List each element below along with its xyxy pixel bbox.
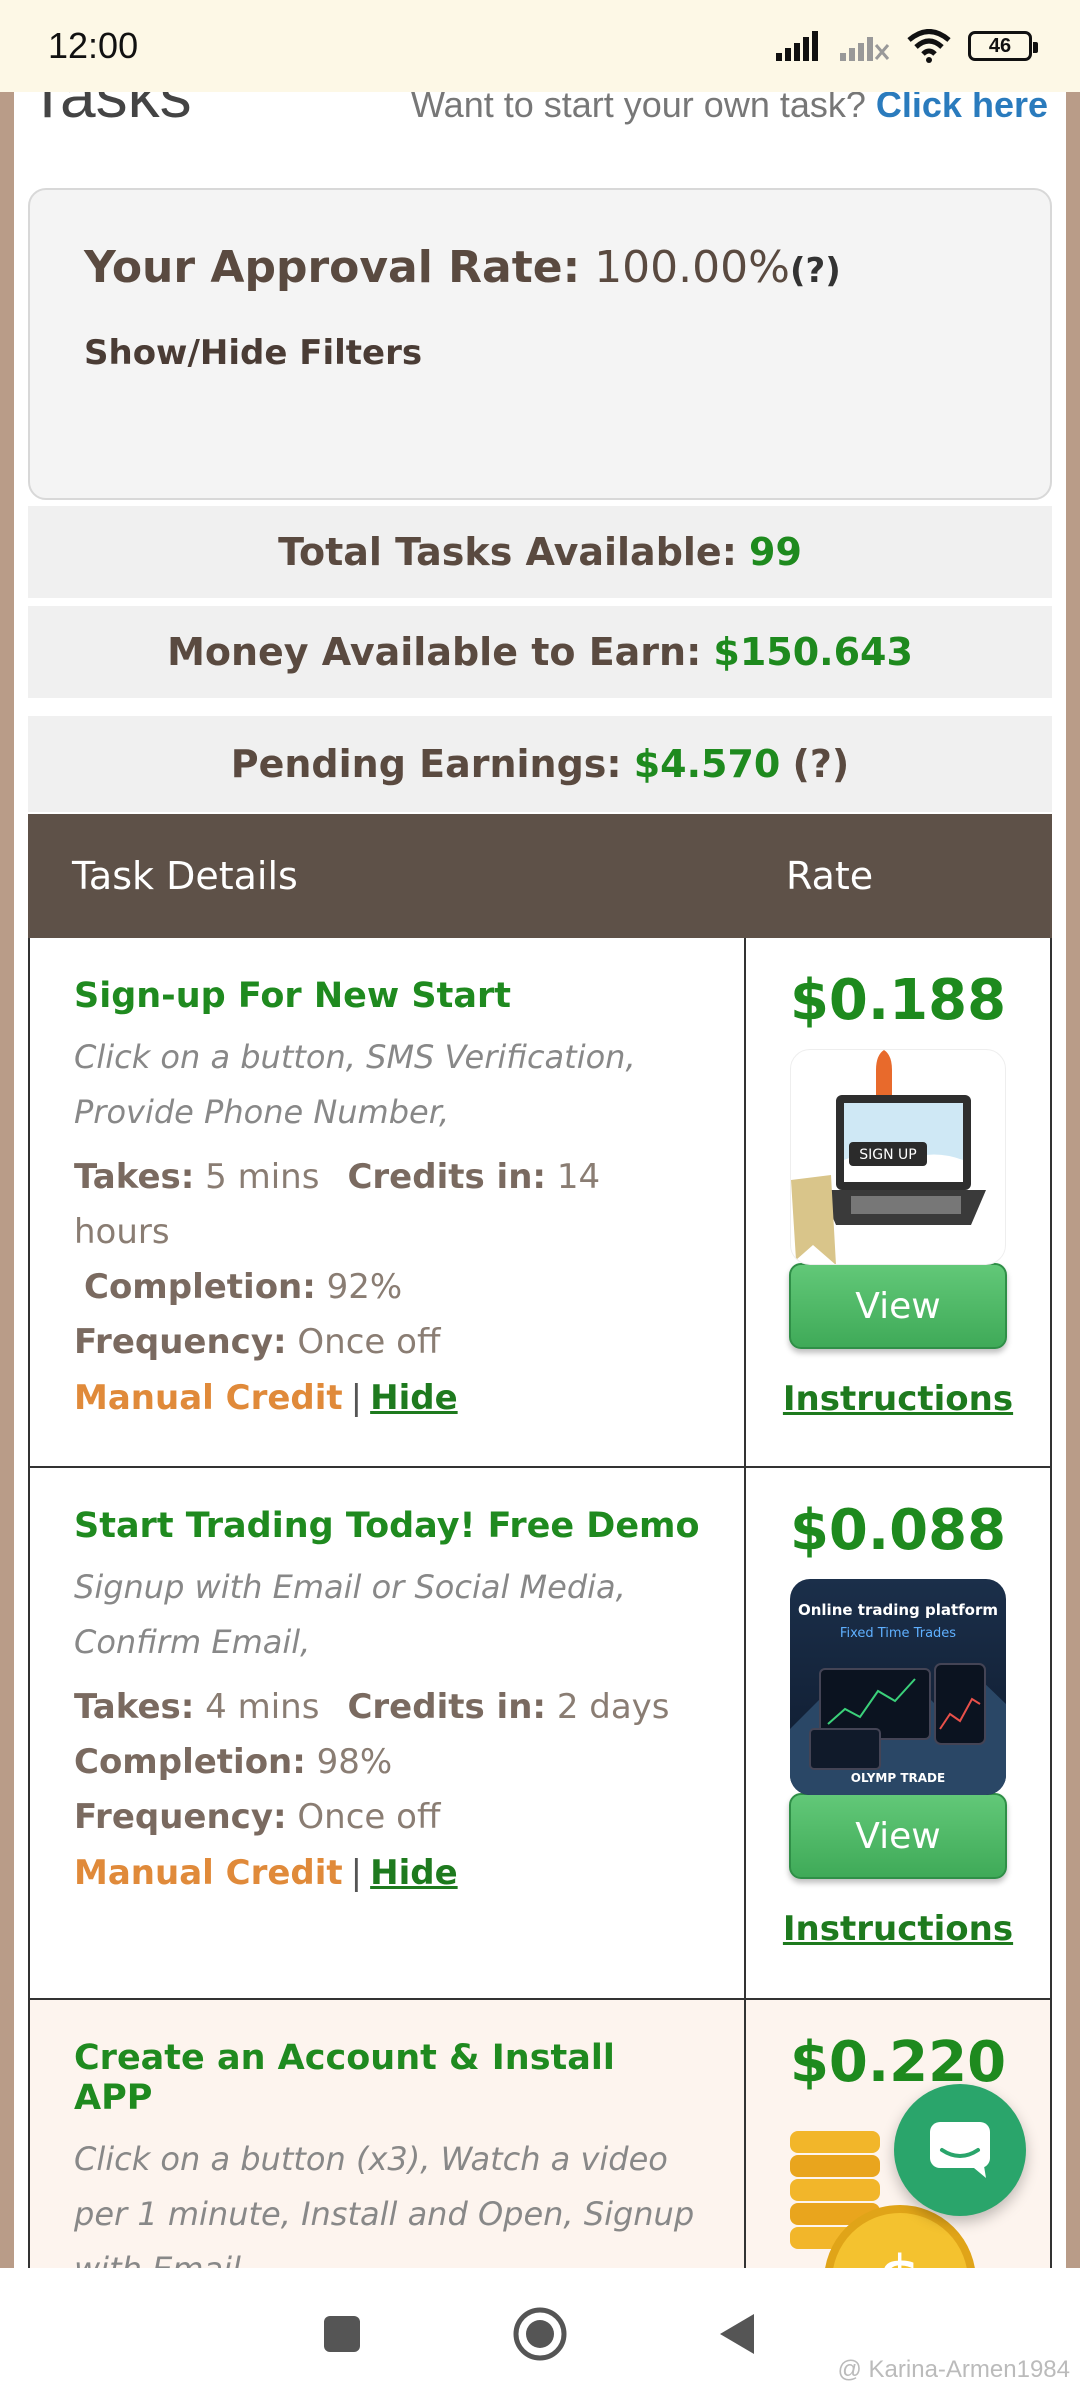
task-details-cell: Sign-up For New Start Click on a button,… bbox=[30, 938, 746, 1466]
manual-credit-badge: Manual Credit bbox=[74, 1853, 343, 1893]
takes-value: 5 mins bbox=[205, 1157, 320, 1197]
home-icon[interactable] bbox=[512, 2306, 568, 2362]
task-table: Task Details Rate Sign-up For New Start … bbox=[28, 814, 1052, 2268]
task-meta-completion: Completion: 92% bbox=[74, 1260, 704, 1315]
thumbnail-brand: OLYMP TRADE bbox=[851, 1771, 945, 1785]
click-here-link[interactable]: Click here bbox=[876, 92, 1048, 125]
task-description: Click on a button, SMS Verification, Pro… bbox=[74, 1038, 636, 1131]
money-available-value: $150.643 bbox=[713, 630, 913, 674]
credits-value: 2 days bbox=[556, 1687, 670, 1727]
thumbnail-title: Online trading platform bbox=[798, 1601, 998, 1619]
completion-label: Completion: bbox=[84, 1267, 316, 1307]
task-description: Signup with Email or Social Media, Confi… bbox=[74, 1568, 626, 1661]
total-tasks-value: 99 bbox=[749, 530, 802, 574]
task-meta-completion: Completion: 98% bbox=[74, 1735, 704, 1790]
task-details-cell: Create an Account & Install APP Click on… bbox=[30, 2000, 746, 2268]
instructions-link[interactable]: Instructions bbox=[783, 1379, 1013, 1419]
approval-rate-value: 100.00% bbox=[594, 242, 790, 293]
credits-label: Credits in: bbox=[347, 1157, 547, 1197]
hide-task-link[interactable]: Hide bbox=[370, 1853, 458, 1893]
signal-icon bbox=[776, 31, 818, 61]
frequency-value: Once off bbox=[297, 1797, 441, 1837]
task-meta-frequency: Frequency: Once off bbox=[74, 1790, 704, 1845]
approval-help-link[interactable]: (?) bbox=[790, 251, 841, 291]
task-rate-cell: $0.088 Online trading platform Fixed Tim… bbox=[746, 1468, 1050, 1998]
link-separator: | bbox=[350, 1853, 363, 1893]
page-content: Tasks Want to start your own task? Click… bbox=[14, 92, 1066, 2268]
task-description: Click on a button (x3), Watch a video pe… bbox=[74, 2140, 695, 2268]
pending-earnings-bar: Pending Earnings: $4.570 (?) bbox=[28, 716, 1052, 812]
status-icons: 46 bbox=[776, 29, 1038, 63]
completion-label: Completion: bbox=[74, 1742, 306, 1782]
manual-credit-badge: Manual Credit bbox=[74, 1378, 343, 1418]
back-icon[interactable] bbox=[718, 2312, 758, 2356]
watermark: @ Karina-Armen1984 bbox=[837, 2356, 1070, 2383]
approval-rate: Your Approval Rate: 100.00%(?) bbox=[84, 242, 996, 293]
chat-icon bbox=[930, 2122, 990, 2178]
column-rate: Rate bbox=[786, 854, 874, 898]
task-meta-takes: Takes: 5 mins Credits in: 14 hours bbox=[74, 1150, 704, 1260]
credits-label: Credits in: bbox=[347, 1687, 547, 1727]
task-details-cell: Start Trading Today! Free Demo Signup wi… bbox=[30, 1468, 746, 1998]
frequency-label: Frequency: bbox=[74, 1797, 287, 1837]
table-row: Start Trading Today! Free Demo Signup wi… bbox=[28, 1468, 1052, 2000]
column-task-details: Task Details bbox=[72, 854, 298, 898]
money-available-label: Money Available to Earn: bbox=[167, 630, 702, 674]
total-tasks-label: Total Tasks Available: bbox=[278, 530, 737, 574]
svg-text:$: $ bbox=[878, 2241, 923, 2268]
task-title[interactable]: Create an Account & Install APP bbox=[74, 2038, 704, 2118]
page-title: Tasks bbox=[28, 92, 192, 131]
completion-value: 92% bbox=[326, 1267, 403, 1307]
task-rate: $0.088 bbox=[789, 1498, 1007, 1563]
total-tasks-bar: Total Tasks Available: 99 bbox=[28, 506, 1052, 598]
laptop-rocket-icon: SIGN UP bbox=[791, 1050, 986, 1264]
frequency-value: Once off bbox=[297, 1322, 441, 1362]
takes-label: Takes: bbox=[74, 1157, 195, 1197]
table-header: Task Details Rate bbox=[28, 814, 1052, 938]
task-links: Manual Credit | Hide bbox=[74, 1370, 704, 1426]
signal-muted-icon bbox=[840, 37, 890, 61]
battery-icon: 46 bbox=[968, 31, 1038, 61]
frequency-label: Frequency: bbox=[74, 1322, 287, 1362]
trading-platform-icon: Online trading platform Fixed Time Trade… bbox=[790, 1601, 1006, 1795]
own-task-text: Want to start your own task? bbox=[411, 92, 866, 125]
view-button[interactable]: View bbox=[789, 1263, 1007, 1349]
pending-earnings-value: $4.570 bbox=[633, 742, 781, 786]
pending-help-link[interactable]: (?) bbox=[792, 742, 849, 786]
task-title[interactable]: Start Trading Today! Free Demo bbox=[74, 1506, 704, 1546]
approval-rate-label: Your Approval Rate: bbox=[84, 242, 581, 293]
takes-label: Takes: bbox=[74, 1687, 195, 1727]
hide-task-link[interactable]: Hide bbox=[370, 1378, 458, 1418]
signup-thumbnail: SIGN UP bbox=[790, 1049, 1006, 1265]
task-meta-takes: Takes: 4 mins Credits in: 2 days bbox=[74, 1680, 704, 1735]
show-hide-filters-toggle[interactable]: Show/Hide Filters bbox=[84, 333, 422, 373]
task-title[interactable]: Sign-up For New Start bbox=[74, 976, 704, 1016]
status-time: 12:00 bbox=[48, 25, 139, 66]
wifi-icon bbox=[907, 29, 951, 63]
completion-value: 98% bbox=[316, 1742, 393, 1782]
thumbnail-text: SIGN UP bbox=[859, 1147, 916, 1163]
task-links: Manual Credit | Hide bbox=[74, 1845, 704, 1901]
view-button[interactable]: View bbox=[789, 1793, 1007, 1879]
table-row: Sign-up For New Start Click on a button,… bbox=[28, 938, 1052, 1468]
instructions-link[interactable]: Instructions bbox=[783, 1909, 1013, 1949]
task-rate: $0.188 bbox=[789, 968, 1007, 1033]
trading-thumbnail: Online trading platform Fixed Time Trade… bbox=[790, 1579, 1006, 1795]
status-bar: 12:00 46 bbox=[0, 0, 1080, 92]
link-separator: | bbox=[350, 1378, 363, 1418]
own-task-prompt: Want to start your own task? Click here bbox=[411, 92, 1048, 126]
thumbnail-subtitle: Fixed Time Trades bbox=[840, 1626, 956, 1641]
task-meta-frequency: Frequency: Once off bbox=[74, 1315, 704, 1370]
task-rate-cell: $0.188 SIGN UP View Instructions bbox=[746, 938, 1050, 1466]
recent-apps-icon[interactable] bbox=[322, 2314, 362, 2354]
takes-value: 4 mins bbox=[205, 1687, 320, 1727]
chat-button[interactable] bbox=[894, 2084, 1026, 2216]
approval-box: Your Approval Rate: 100.00%(?) Show/Hide… bbox=[28, 188, 1052, 500]
money-available-bar: Money Available to Earn: $150.643 bbox=[28, 606, 1052, 698]
pending-earnings-label: Pending Earnings: bbox=[230, 742, 622, 786]
